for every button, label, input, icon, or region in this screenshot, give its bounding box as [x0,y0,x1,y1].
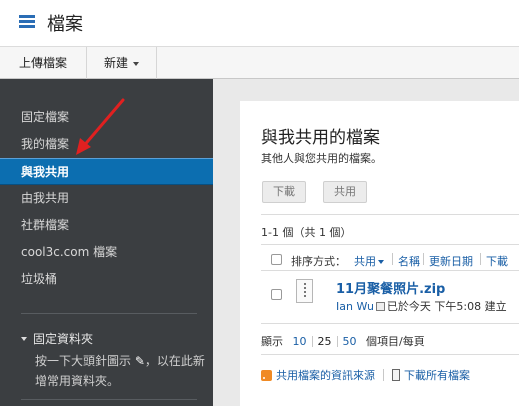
sidebar-item-org-files[interactable]: cool3c.com 檔案 [0,239,213,266]
pinned-folders-toggle[interactable]: 固定資料夾 [21,330,93,347]
divider [261,323,519,324]
new-button[interactable]: 新建 [87,47,157,79]
chevron-down-icon [378,260,384,264]
footer-links: 共用檔案的資訊來源 下載所有檔案 [261,367,470,383]
sidebar-divider [21,399,197,400]
page-size-suffix: 個項目/每頁 [366,335,425,348]
zip-file-icon [296,279,313,303]
pin-icon: ✎ [134,354,145,368]
annotation-arrow-icon [76,98,125,155]
download-all-link[interactable]: 下載所有檔案 [404,369,470,382]
page-subtitle: 其他人與您共用的檔案。 [261,152,382,165]
triangle-down-icon [21,336,27,341]
sort-option-shared[interactable]: 共用 [354,253,384,269]
sidebar-item-community-files[interactable]: 社群檔案 [0,212,213,239]
divider [261,244,519,245]
sidebar-item-label: 與我共用 [21,165,70,179]
chevron-down-icon [133,61,139,66]
page-size-label: 顯示 [261,335,283,348]
sidebar-item-label: 社群檔案 [21,218,70,232]
sort-label: 排序方式： [291,255,346,268]
file-owner-link[interactable]: Ian Wu [336,300,374,313]
file-name-link[interactable]: 11月聚餐照片.zip [336,278,445,297]
sort-option-updated[interactable]: 更新日期 [429,253,473,269]
page-size-25: 25 [317,335,332,348]
app-title: 檔案 [47,14,83,35]
new-button-label: 新建 [103,56,128,70]
sort-option-name[interactable]: 名稱 [398,253,420,269]
separator [383,369,384,381]
page-size-10[interactable]: 10 [293,335,307,348]
pinned-folders-heading: 固定資料夾 [33,332,94,346]
sidebar-item-label: 由我共用 [21,191,70,205]
separator [392,253,393,265]
sidebar-item-label: cool3c.com 檔案 [21,245,118,259]
sort-option-downloads[interactable]: 下載 [486,253,508,269]
content-panel: 與我共用的檔案 其他人與您共用的檔案。 下載 共用 1-1 個（共 1 個） 排… [240,101,519,406]
rss-icon [261,369,272,381]
divider [261,270,519,271]
pinned-folders-description: 按一下大頭針圖示 ✎，以在此新增常用資料夾。 [35,351,211,391]
share-button[interactable]: 共用 [323,181,367,203]
page-size-selector: 顯示 10 25 50 個項目/每頁 [261,333,425,349]
download-icon [392,369,400,381]
sidebar-item-label: 垃圾桶 [21,272,58,286]
shared-file-icon [375,301,385,311]
divider [261,214,519,215]
sidebar-item-trash[interactable]: 垃圾桶 [0,266,213,293]
sidebar-item-shared-with-me[interactable]: 與我共用 [0,158,213,185]
rss-feed-link[interactable]: 共用檔案的資訊來源 [276,369,375,382]
upload-button-label: 上傳檔案 [18,56,67,70]
sidebar-item-label: 我的檔案 [21,137,70,151]
app-header: 檔案 [0,0,519,46]
sidebar-divider [21,313,197,314]
file-row-checkbox[interactable] [271,289,282,300]
separator [336,335,338,347]
toolbar: 上傳檔案 新建 [0,46,519,79]
sidebar-item-label: 固定檔案 [21,110,70,124]
page-title: 與我共用的檔案 [261,128,380,148]
sidebar-item-shared-by-me[interactable]: 由我共用 [0,185,213,212]
separator [311,335,313,347]
upload-button[interactable]: 上傳檔案 [0,47,87,79]
file-meta-text: 已於今天 下午5:08 建立 [386,300,507,313]
select-all-checkbox[interactable] [271,254,282,265]
pinned-desc-before: 按一下大頭針圖示 [35,354,132,368]
sort-option-label: 共用 [354,255,376,268]
result-count: 1-1 個（共 1 個） [261,226,352,239]
download-button[interactable]: 下載 [262,181,306,203]
separator [480,253,481,265]
divider [261,354,519,355]
sort-row: 排序方式： 共用 名稱 更新日期 下載 [261,250,519,270]
separator [423,253,424,265]
files-logo-icon [19,14,35,30]
file-meta: Ian Wu 已於今天 下午5:08 建立 [336,298,507,314]
page-size-50[interactable]: 50 [343,335,357,348]
